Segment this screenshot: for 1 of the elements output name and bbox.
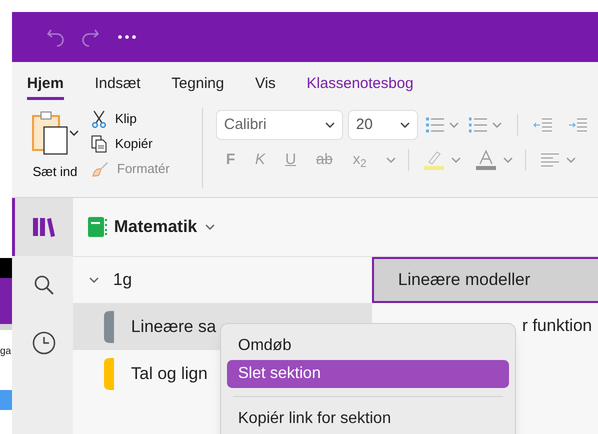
window-text: ga: [0, 347, 12, 357]
